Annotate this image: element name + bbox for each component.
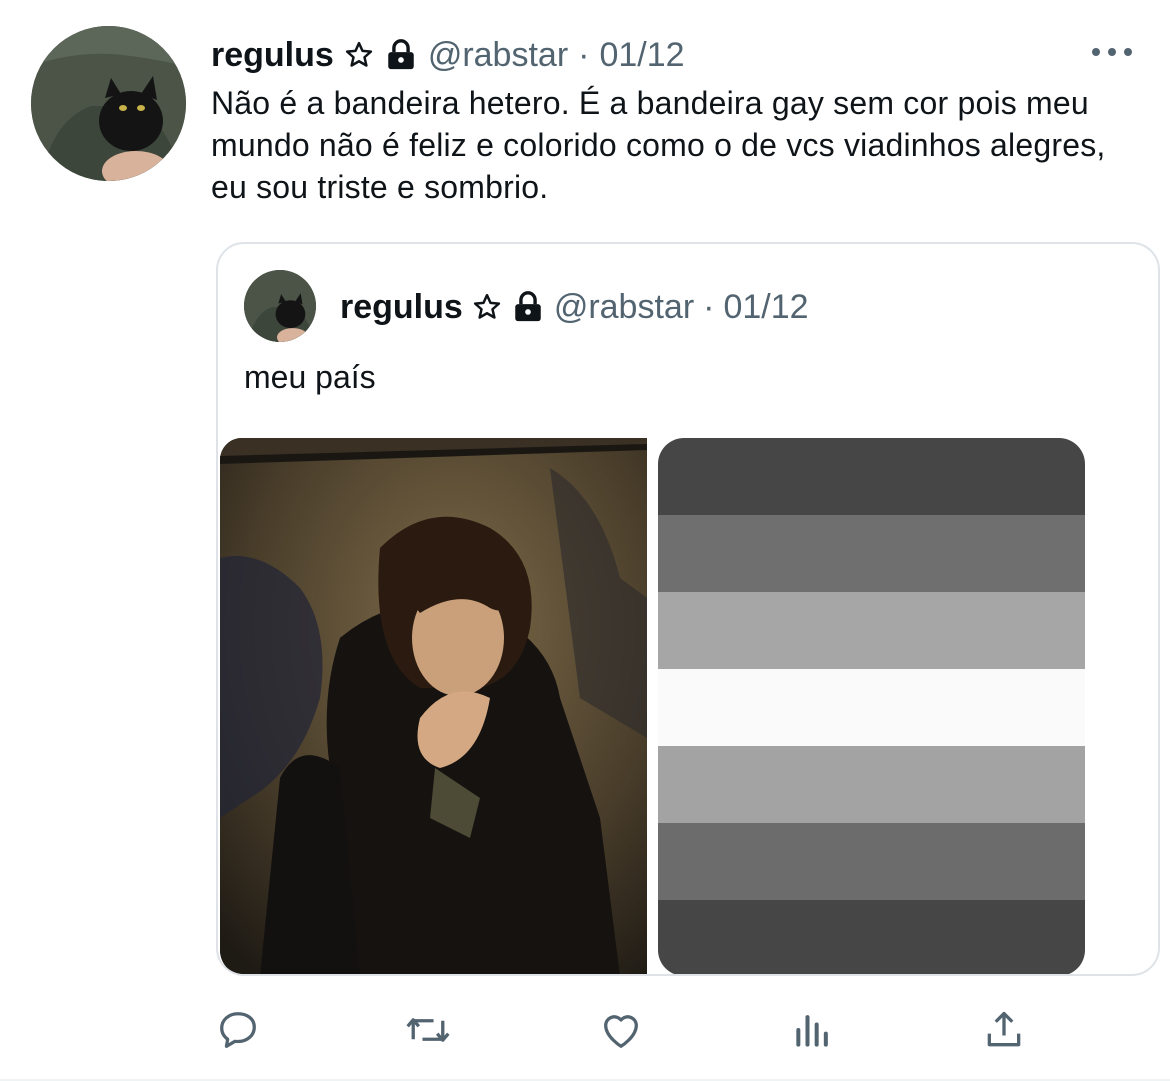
tweet-text: Não é a bandeira hetero. É a bandeira ga…: [211, 85, 1106, 205]
quoted-text: meu país: [244, 359, 376, 395]
quoted-timestamp[interactable]: 01/12: [723, 288, 808, 327]
flag-stripe: [658, 823, 1085, 900]
photo-image: [220, 438, 647, 974]
flag-stripe: [658, 900, 1085, 974]
separator: ·: [578, 35, 590, 74]
star-icon: [472, 292, 502, 322]
photo-person-smoking[interactable]: [220, 438, 647, 974]
analytics-icon[interactable]: [789, 1006, 837, 1054]
more-icon[interactable]: [1092, 40, 1132, 64]
flag-stripe: [658, 438, 1085, 515]
flag-stripe: [658, 592, 1085, 669]
reply-icon[interactable]: [214, 1006, 262, 1054]
gray-flag-image[interactable]: [658, 438, 1085, 974]
quoted-avatar[interactable]: [244, 270, 316, 342]
tweet-header: regulus @rabstar · 01/12: [211, 32, 685, 78]
quoted-avatar-image: [244, 270, 316, 342]
flag-stripe: [658, 746, 1085, 823]
lock-icon: [384, 38, 418, 72]
star-icon: [344, 40, 374, 70]
action-bar: [0, 1000, 1170, 1060]
quoted-separator: ·: [703, 287, 715, 326]
retweet-icon[interactable]: [404, 1006, 452, 1054]
lock-icon: [511, 290, 545, 324]
tweet[interactable]: regulus @rabstar · 01/12 Não é a bandeir…: [0, 0, 1170, 1081]
like-icon[interactable]: [597, 1006, 645, 1054]
flag-stripe: [658, 515, 1085, 592]
quoted-header: regulus @rabstar · 01/12: [340, 284, 809, 330]
quoted-display-name[interactable]: regulus: [340, 288, 463, 327]
handle[interactable]: @rabstar: [428, 36, 568, 75]
avatar-image: [31, 26, 186, 181]
quoted-handle[interactable]: @rabstar: [554, 288, 694, 327]
quoted-tweet[interactable]: regulus @rabstar · 01/12 meu país: [216, 242, 1160, 976]
timestamp[interactable]: 01/12: [599, 36, 684, 75]
flag-stripe: [658, 669, 1085, 746]
display-name[interactable]: regulus: [211, 36, 334, 75]
share-icon[interactable]: [980, 1006, 1028, 1054]
avatar[interactable]: [31, 26, 186, 181]
